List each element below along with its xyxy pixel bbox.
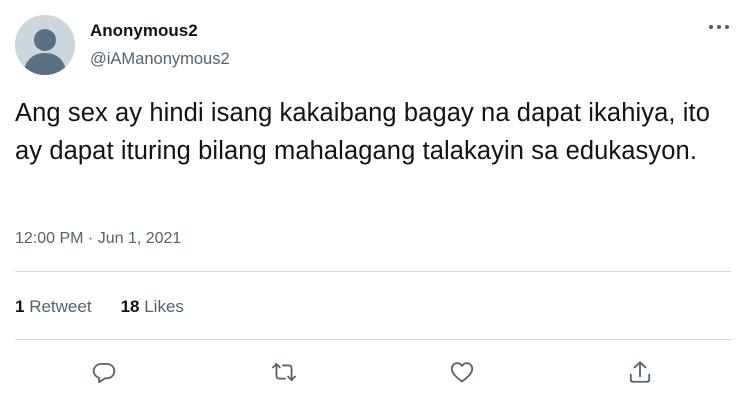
author-display-name[interactable]: Anonymous2	[90, 21, 198, 41]
retweet-count-link[interactable]: 1 Retweet	[15, 297, 92, 317]
tweet-text: Ang sex ay hindi isang kakaibang bagay n…	[15, 99, 710, 165]
author-handle[interactable]: @iAManonymous2	[90, 50, 230, 69]
retweet-icon	[272, 362, 296, 382]
tweet-date[interactable]: Jun 1, 2021	[98, 230, 182, 247]
divider	[15, 339, 731, 340]
share-button[interactable]	[620, 352, 660, 392]
retweet-button[interactable]	[264, 352, 304, 392]
more-icon	[708, 24, 730, 30]
share-icon	[629, 361, 651, 383]
like-icon	[450, 362, 474, 383]
likes-count-link[interactable]: 18 Likes	[121, 297, 184, 317]
tweet-stats: 1 Retweet 18 Likes	[15, 297, 213, 317]
divider	[15, 271, 731, 272]
more-options-button[interactable]	[706, 17, 732, 37]
tweet-timestamp: 12:00 PM · Jun 1, 2021	[15, 230, 181, 248]
tweet-actions	[0, 352, 746, 392]
timestamp-separator: ·	[83, 230, 98, 247]
default-avatar-icon	[15, 15, 75, 75]
tweet: Anonymous2 @iAManonymous2 Ang sex ay hin…	[0, 0, 746, 416]
likes-label: Likes	[139, 297, 184, 316]
tweet-time[interactable]: 12:00 PM	[15, 230, 83, 247]
reply-button[interactable]	[84, 352, 124, 392]
retweet-label: Retweet	[24, 297, 92, 316]
avatar[interactable]	[15, 15, 75, 75]
likes-count: 18	[120, 297, 140, 316]
like-button[interactable]	[442, 352, 482, 392]
reply-icon	[92, 362, 116, 384]
